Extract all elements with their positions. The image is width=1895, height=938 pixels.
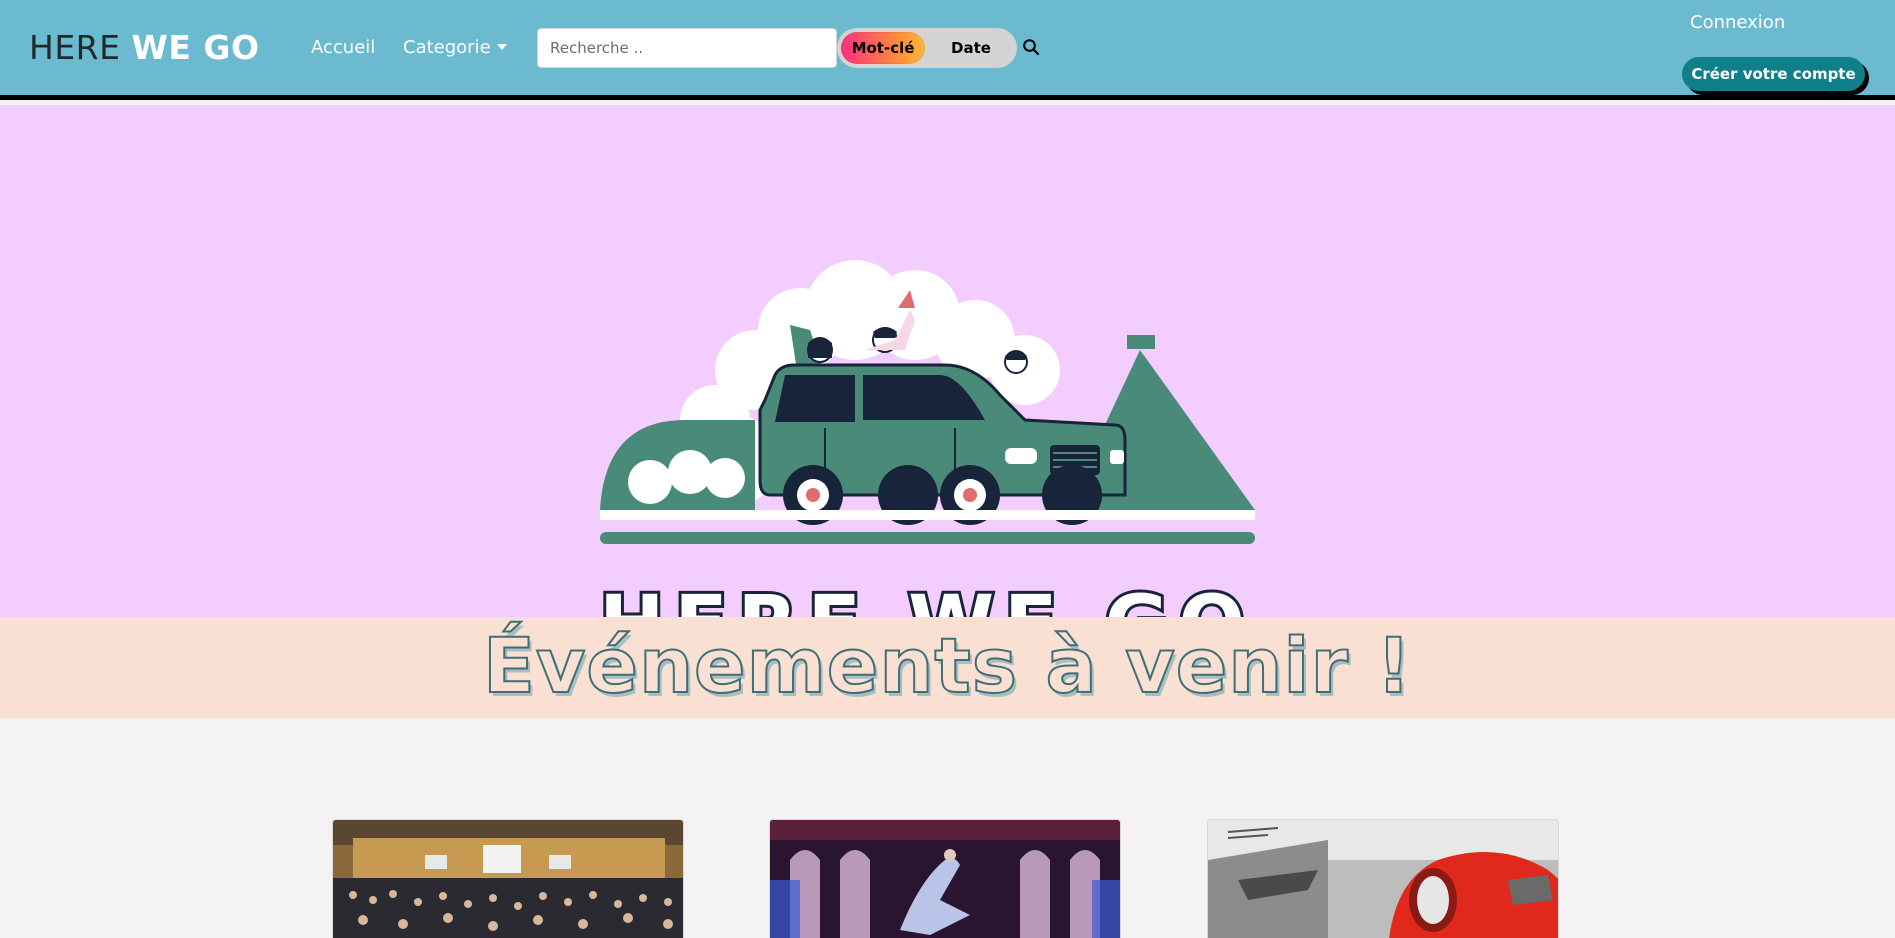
stage-acrobat-image (770, 820, 1120, 938)
event-card[interactable] (1207, 819, 1559, 938)
hero-banner: HERE WE GO (0, 105, 1895, 673)
login-link[interactable]: Connexion (1690, 12, 1785, 33)
nav-dropdown-categorie[interactable]: Categorie (403, 36, 507, 60)
conference-hall-image (333, 820, 683, 938)
events-title: Événements à venir ! (482, 620, 1413, 711)
search-mode-keyword[interactable]: Mot-clé (841, 32, 925, 64)
signup-button[interactable]: Créer votre compte (1682, 57, 1865, 91)
search-mode-toggle[interactable]: Mot-clé Date (837, 28, 1017, 68)
navbar: HERE WE GO Accueil Categorie Mot-clé Dat… (0, 0, 1895, 100)
event-card[interactable] (769, 819, 1121, 938)
brand-logo[interactable]: HERE WE GO (29, 28, 260, 68)
events-banner: Événements à venir ! (0, 617, 1895, 718)
search-icon[interactable] (1022, 38, 1040, 56)
brand-light-text: HERE (29, 28, 121, 67)
caret-down-icon (496, 44, 507, 50)
nav-link-accueil[interactable]: Accueil (311, 36, 375, 60)
nav-dropdown-categorie-label: Categorie (403, 37, 491, 58)
search-input[interactable] (537, 28, 837, 68)
red-car-image (1208, 820, 1558, 938)
search-mode-date[interactable]: Date (931, 32, 1011, 64)
event-card[interactable] (332, 819, 684, 938)
events-list (0, 718, 1895, 938)
brand-bold-text: WE GO (131, 28, 260, 67)
